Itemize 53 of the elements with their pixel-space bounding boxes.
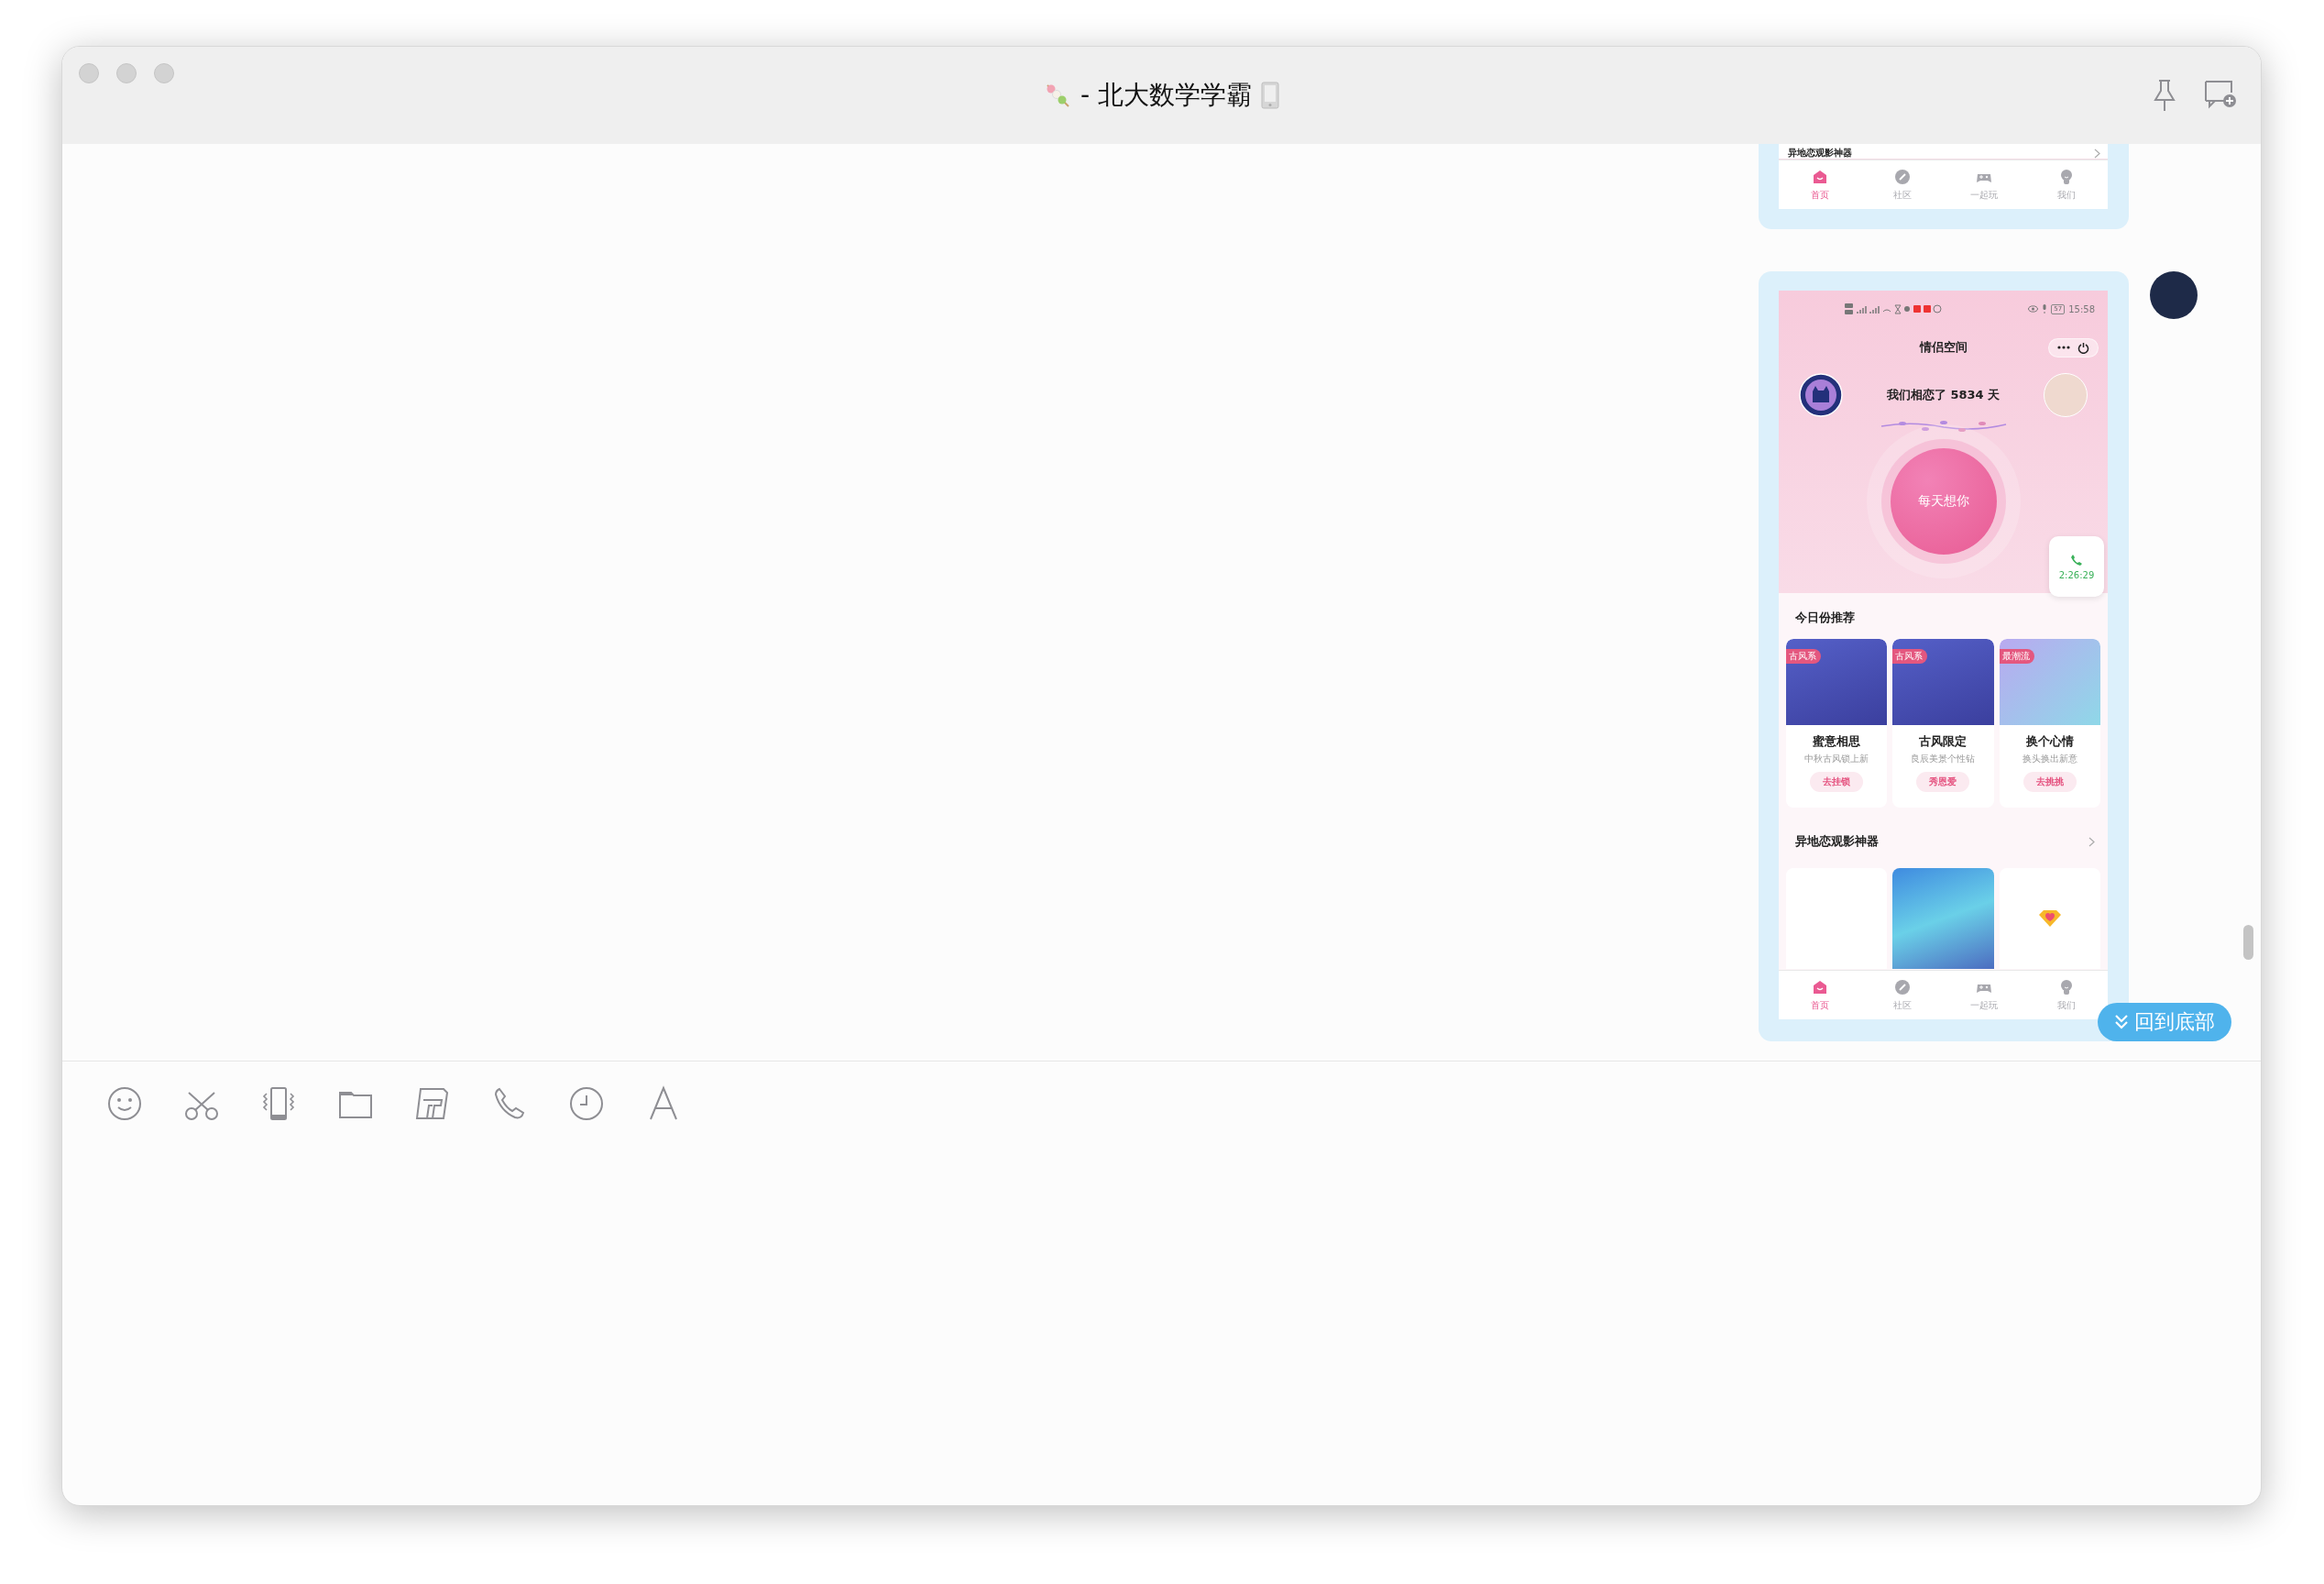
nav-tab[interactable]: 社区	[1860, 971, 1944, 1019]
double-chevron-down-icon	[2114, 1014, 2129, 1030]
recommend-card[interactable]: 最潮流 换个心情 换头换出新意 去挑挑	[1999, 639, 2100, 808]
card-subtitle: 良辰美景个性钻	[1911, 753, 1976, 765]
avatar	[1799, 373, 1843, 417]
category-tag: 古风系	[1786, 649, 1821, 664]
picture-icon[interactable]	[414, 1085, 451, 1122]
page-title: 情侣空间	[1919, 339, 1968, 356]
vibrating-phone-icon[interactable]	[260, 1085, 297, 1122]
nav-tab[interactable]: 首页	[1779, 160, 1861, 209]
card-title: 古风限定	[1919, 733, 1968, 750]
recommend-card[interactable]: 古风系 蜜意相思 中秋古风锁上新 去挂锁	[1786, 639, 1888, 808]
pen-icon	[1892, 978, 1912, 996]
poster-placeholder[interactable]	[1892, 868, 1994, 969]
window-title: - 北大数学学霸	[1080, 79, 1252, 112]
eye-icon	[2028, 305, 2039, 313]
chevron-right-icon	[2088, 836, 2095, 847]
nav-tab[interactable]: 我们	[2025, 160, 2108, 209]
action-button[interactable]: 去挑挑	[2023, 772, 2077, 792]
recommend-card[interactable]: 古风系 古风限定 良辰美景个性钻 秀恩爱	[1892, 639, 1994, 808]
call-timer: 2:26:29	[2058, 569, 2095, 580]
pen-icon	[1892, 168, 1912, 186]
chevron-right-icon	[2094, 148, 2100, 159]
action-button[interactable]: 去挂锁	[1810, 772, 1864, 792]
new-chat-icon[interactable]	[2204, 79, 2237, 110]
card-subtitle: 中秋古风锁上新	[1804, 753, 1869, 765]
nav-tab[interactable]: 首页	[1779, 971, 1861, 1019]
call-card[interactable]: 2:26:29	[2049, 536, 2104, 597]
back-to-bottom-button[interactable]: 回到底部	[2098, 1003, 2231, 1041]
section-title: 异地恋观影神器	[1788, 148, 1852, 159]
emoji-icon[interactable]	[106, 1085, 143, 1122]
dango-icon	[1044, 82, 1071, 109]
status-time: 15:58	[2068, 303, 2095, 314]
action-button[interactable]: 秀恩爱	[1916, 772, 1970, 792]
clock-icon[interactable]	[568, 1085, 605, 1122]
miss-you-button[interactable]: 每天想你	[1890, 448, 1997, 555]
love-day-counter: 我们相恋了 5834 天	[1886, 387, 2001, 403]
card-title: 蜜意相思	[1813, 733, 1861, 750]
card-title: 换个心情	[2025, 733, 2074, 750]
avatar	[2044, 373, 2088, 417]
mobile-device-icon	[1261, 82, 1279, 109]
phone-icon	[2070, 553, 2083, 566]
scrollbar-thumb[interactable]	[2243, 925, 2253, 960]
section-title: 今日份推荐	[1794, 610, 1856, 626]
card-subtitle: 换头换出新意	[2022, 753, 2077, 765]
nav-tab[interactable]: 社区	[1860, 160, 1944, 209]
avatar[interactable]	[2150, 271, 2198, 319]
power-icon[interactable]	[2077, 341, 2089, 354]
category-tag: 古风系	[1892, 649, 1928, 664]
heart-gem-icon	[2037, 909, 2062, 928]
section-title: 异地恋观影神器	[1794, 833, 1879, 850]
more-icon[interactable]	[2057, 346, 2070, 349]
category-tag: 最潮流	[1999, 649, 2034, 664]
